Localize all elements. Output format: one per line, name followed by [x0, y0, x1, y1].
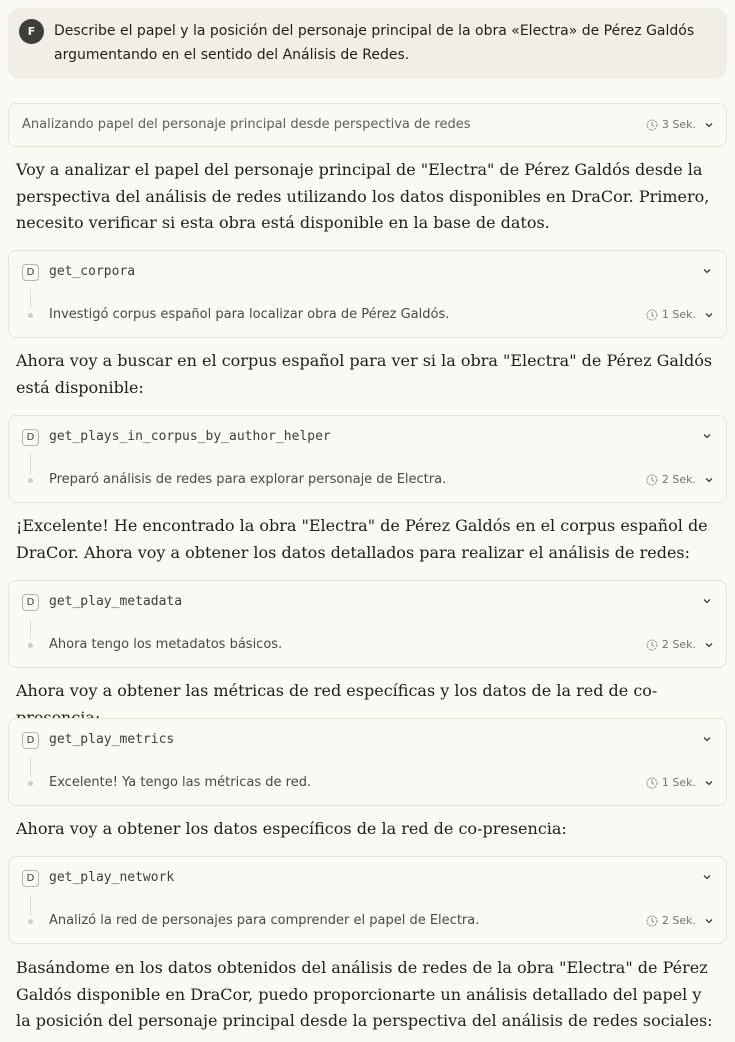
thinking-block[interactable]: Analizando papel del personaje principal… — [8, 103, 727, 147]
assistant-paragraph: Ahora voy a obtener los datos específico… — [16, 819, 567, 838]
tool-call-block[interactable]: D get_plays_in_corpus_by_author_helper P… — [8, 415, 727, 503]
thinking-meta: 3 Sek. — [646, 118, 714, 131]
user-message-text: Describe el papel y la posición del pers… — [54, 23, 695, 63]
clock-icon — [646, 309, 658, 320]
tool-call-block[interactable]: D get_play_network Analizó la red de per… — [8, 856, 727, 944]
timeline-dot — [28, 919, 33, 924]
tool-summary: Ahora tengo los metadatos básicos. — [49, 637, 283, 652]
thinking-label: Analizando papel del personaje principal… — [22, 117, 471, 132]
user-message: F Describe el papel y la posición del pe… — [8, 8, 727, 79]
tool-meta: 1 Sek. — [646, 776, 714, 789]
chevron-down-icon[interactable] — [704, 640, 714, 650]
tool-meta: 2 Sek. — [646, 914, 714, 927]
tool-duration: 1 Sek. — [661, 308, 696, 321]
chevron-down-icon[interactable] — [702, 734, 712, 744]
tool-duration: 2 Sek. — [661, 914, 696, 927]
tool-name: get_play_metrics — [49, 732, 175, 747]
clock-icon — [646, 474, 658, 485]
tool-meta: 2 Sek. — [646, 473, 714, 486]
assistant-paragraph: Voy a analizar el papel del personaje pr… — [16, 160, 710, 232]
tool-summary: Preparó análisis de redes para explorar … — [49, 472, 447, 487]
timeline-dot — [28, 781, 33, 786]
assistant-paragraph: ¡Excelente! He encontrado la obra "Elect… — [16, 516, 708, 562]
tool-summary: Investigó corpus español para localizar … — [49, 307, 450, 322]
assistant-paragraph: Ahora voy a buscar en el corpus español … — [16, 351, 713, 397]
timeline-dot — [28, 478, 33, 483]
timeline-line — [30, 619, 31, 639]
tool-duration: 2 Sek. — [661, 638, 696, 651]
dracor-tool-icon: D — [22, 429, 39, 446]
tool-meta: 1 Sek. — [646, 308, 714, 321]
tool-summary: Analizó la red de personajes para compre… — [49, 913, 480, 928]
chevron-down-icon[interactable] — [704, 120, 714, 130]
chevron-down-icon[interactable] — [704, 475, 714, 485]
timeline-dot — [28, 313, 33, 318]
tool-name: get_corpora — [49, 264, 136, 279]
timeline-dot — [28, 643, 33, 648]
chevron-down-icon[interactable] — [704, 778, 714, 788]
timeline-line — [30, 757, 31, 777]
tool-duration: 1 Sek. — [661, 776, 696, 789]
dracor-tool-icon: D — [22, 264, 39, 281]
chevron-down-icon[interactable] — [702, 266, 712, 276]
chevron-down-icon[interactable] — [704, 310, 714, 320]
tool-name: get_play_network — [49, 870, 175, 885]
timeline-line — [30, 289, 31, 309]
tool-duration: 2 Sek. — [661, 473, 696, 486]
tool-call-block[interactable]: D get_play_metrics Excelente! Ya tengo l… — [8, 718, 727, 806]
chevron-down-icon[interactable] — [702, 596, 712, 606]
tool-name: get_play_metadata — [49, 594, 183, 609]
chevron-down-icon[interactable] — [704, 916, 714, 926]
chevron-down-icon[interactable] — [702, 431, 712, 441]
clock-icon — [646, 915, 658, 926]
clock-icon — [646, 119, 658, 130]
tool-call-block[interactable]: D get_play_metadata Ahora tengo los meta… — [8, 580, 727, 668]
chevron-down-icon[interactable] — [702, 872, 712, 882]
assistant-paragraph: Basándome en los datos obtenidos del aná… — [16, 958, 713, 1030]
user-avatar: F — [19, 19, 44, 44]
tool-summary: Excelente! Ya tengo las métricas de red. — [49, 775, 312, 790]
clock-icon — [646, 639, 658, 650]
clock-icon — [646, 777, 658, 788]
tool-meta: 2 Sek. — [646, 638, 714, 651]
thinking-duration: 3 Sek. — [661, 118, 696, 131]
dracor-tool-icon: D — [22, 732, 39, 749]
timeline-line — [30, 895, 31, 915]
tool-call-block[interactable]: D get_corpora Investigó corpus español p… — [8, 250, 727, 338]
dracor-tool-icon: D — [22, 594, 39, 611]
tool-name: get_plays_in_corpus_by_author_helper — [49, 429, 331, 444]
dracor-tool-icon: D — [22, 870, 39, 887]
timeline-line — [30, 454, 31, 474]
